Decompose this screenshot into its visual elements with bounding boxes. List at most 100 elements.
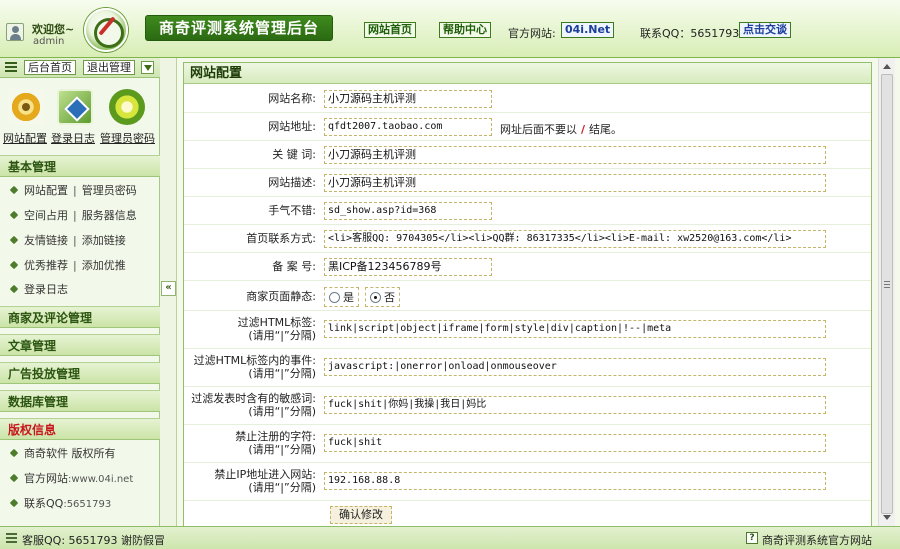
filter-words-input[interactable]: fuck|shit|你妈|我操|我日|妈比 [324, 396, 826, 414]
row-banned-ip: 禁止IP地址进入网站: (请用“|”分隔) 192.168.88.8 [184, 463, 871, 501]
filter-words-label: 过滤发表时含有的敏感词: (请用“|”分隔) [191, 392, 316, 418]
radio-yes-icon[interactable] [329, 292, 340, 303]
site-url-input[interactable]: qfdt2007.taobao.com [324, 118, 492, 136]
icp-label: 备 案 号: [272, 260, 316, 273]
contact-input[interactable]: <li>客服QQ: 9704305</li><li>QQ群: 86317335<… [324, 230, 826, 248]
footer-official-link[interactable]: 商奇评测系统官方网站 [762, 532, 872, 548]
copyright-site[interactable]: 官方网站:www.04i.net [0, 467, 160, 491]
filter-events-input[interactable]: javascript:|onerror|onload|onmouseover [324, 358, 826, 376]
row-keywords: 关 键 词: 小刀源码主机评测 [184, 141, 871, 169]
collapse-down-icon[interactable] [141, 61, 154, 74]
panel-title: 网站配置 [184, 63, 871, 84]
official-site-label: 官方网站: [508, 27, 556, 40]
quick-link-login-log[interactable]: 登录日志 [51, 130, 95, 146]
section-articles[interactable]: 文章管理 [0, 334, 160, 356]
icp-input[interactable]: 黑ICP备123456789号 [324, 258, 492, 276]
scrollbar[interactable] [878, 58, 895, 526]
sidebar-item-space[interactable]: 空间占用 | 服务器信息 [0, 204, 160, 228]
lucky-label: 手气不错: [268, 204, 316, 217]
logout-button[interactable]: 退出管理 [83, 60, 135, 75]
nav-help-link[interactable]: 帮助中心 [439, 22, 491, 38]
scroll-down-icon[interactable] [879, 510, 895, 526]
row-site-url: 网站地址: qfdt2007.taobao.com 网址后面不要以 / 结尾。 [184, 113, 871, 141]
sidebar-item-label[interactable]: 添加链接 [82, 234, 126, 247]
banned-ip-input[interactable]: 192.168.88.8 [324, 472, 826, 490]
site-url-label: 网站地址: [268, 120, 316, 133]
copyright-site-label: 官方网站 [24, 472, 68, 485]
list-icon [6, 533, 17, 543]
sidebar-item-recommend[interactable]: 优秀推荐 | 添加优推 [0, 254, 160, 278]
site-name-input[interactable]: 小刀源码主机评测 [324, 90, 492, 108]
bullet-icon [9, 473, 19, 483]
footer-contact: 客服QQ: 5651793 谢防假冒 [22, 534, 166, 547]
keywords-label: 关 键 词: [272, 148, 316, 161]
filter-events-label: 过滤HTML标签内的事件: (请用“|”分隔) [193, 354, 316, 380]
filter-html-label: 过滤HTML标签: (请用“|”分隔) [237, 316, 316, 342]
contact-label: 首页联系方式: [246, 232, 316, 245]
row-filter-events: 过滤HTML标签内的事件: (请用“|”分隔) javascript:|onerr… [184, 349, 871, 387]
sidebar-item-label[interactable]: 网站配置 [24, 184, 68, 197]
keywords-input[interactable]: 小刀源码主机评测 [324, 146, 826, 164]
section-copyright[interactable]: 版权信息 [0, 418, 160, 440]
nav-home-link[interactable]: 网站首页 [364, 22, 416, 38]
bullet-icon [9, 235, 19, 245]
bullet-icon [9, 448, 19, 458]
user-icon [6, 23, 24, 41]
sidebar-item-label[interactable]: 登录日志 [24, 283, 68, 296]
contact-qq-text: 联系QQ：5651793 [640, 27, 740, 40]
radio-yes[interactable]: 是 [324, 287, 359, 307]
config-panel: 网站配置 网站名称: 小刀源码主机评测 网站地址: qfdt2007.taoba… [183, 62, 872, 526]
scroll-up-icon[interactable] [879, 58, 895, 74]
row-lucky: 手气不错: sd_show.asp?id=368 [184, 197, 871, 225]
help-icon[interactable]: ? [746, 532, 758, 544]
sidebar-item-label[interactable]: 服务器信息 [82, 209, 137, 222]
sidebar-item-config[interactable]: 网站配置 | 管理员密码 [0, 179, 160, 203]
sidebar-item-label[interactable]: 管理员密码 [82, 184, 137, 197]
chat-button[interactable]: 点击交谈 [739, 22, 791, 38]
menu-icon [5, 62, 17, 73]
section-database[interactable]: 数据库管理 [0, 390, 160, 412]
copyright-owner-a: 商奇软件 [24, 447, 68, 460]
radio-no-icon[interactable] [370, 292, 381, 303]
official-site-link[interactable]: 04i.Net [561, 22, 615, 38]
sidebar-item-login-log[interactable]: 登录日志 [0, 278, 160, 302]
bullet-icon [9, 185, 19, 195]
quick-link-config[interactable]: 网站配置 [3, 130, 47, 146]
system-title: 商奇评测系统管理后台 [145, 15, 333, 41]
sidebar-item-links[interactable]: 友情链接 | 添加链接 [0, 229, 160, 253]
filter-html-input[interactable]: link|script|object|iframe|form|style|div… [324, 320, 826, 338]
section-merchant[interactable]: 商家及评论管理 [0, 306, 160, 328]
copyright-owner: 商奇软件 版权所有 [0, 442, 160, 466]
section-basic[interactable]: 基本管理 [0, 155, 160, 177]
password-icon[interactable] [109, 89, 145, 125]
bullet-icon [9, 210, 19, 220]
radio-no[interactable]: 否 [365, 287, 400, 307]
copyright-site-url[interactable]: :www.04i.net [68, 474, 133, 485]
row-site-name: 网站名称: 小刀源码主机评测 [184, 85, 871, 113]
submit-button[interactable]: 确认修改 [330, 506, 392, 524]
scroll-thumb[interactable] [881, 74, 893, 514]
bullet-icon [9, 284, 19, 294]
row-banned-chars: 禁止注册的字符: (请用“|”分隔) fuck|shit [184, 425, 871, 463]
admin-home-button[interactable]: 后台首页 [24, 60, 76, 75]
description-input[interactable]: 小刀源码主机评测 [324, 174, 826, 192]
login-log-icon[interactable] [57, 89, 93, 125]
sidebar-item-label[interactable]: 友情链接 [24, 234, 68, 247]
row-filter-words: 过滤发表时含有的敏感词: (请用“|”分隔) fuck|shit|你妈|我操|我日… [184, 387, 871, 425]
sidebar-item-label[interactable]: 优秀推荐 [24, 259, 68, 272]
config-gear-icon[interactable] [8, 89, 44, 125]
section-ads[interactable]: 广告投放管理 [0, 362, 160, 384]
copyright-qq: 联系QQ:5651793 [0, 492, 160, 516]
collapse-left-icon[interactable]: « [161, 281, 176, 296]
banned-chars-label: 禁止注册的字符: (请用“|”分隔) [235, 430, 316, 456]
logo-icon [84, 8, 128, 52]
sidebar-item-label[interactable]: 空间占用 [24, 209, 68, 222]
sidebar-item-label[interactable]: 添加优推 [82, 259, 126, 272]
sidebar-splitter[interactable]: « [160, 58, 177, 526]
row-contact: 首页联系方式: <li>客服QQ: 9704305</li><li>QQ群: 8… [184, 225, 871, 253]
lucky-input[interactable]: sd_show.asp?id=368 [324, 202, 492, 220]
banned-chars-input[interactable]: fuck|shit [324, 434, 826, 452]
bullet-icon [9, 260, 19, 270]
quick-link-password[interactable]: 管理员密码 [100, 130, 155, 146]
row-icp: 备 案 号: 黑ICP备123456789号 [184, 253, 871, 281]
